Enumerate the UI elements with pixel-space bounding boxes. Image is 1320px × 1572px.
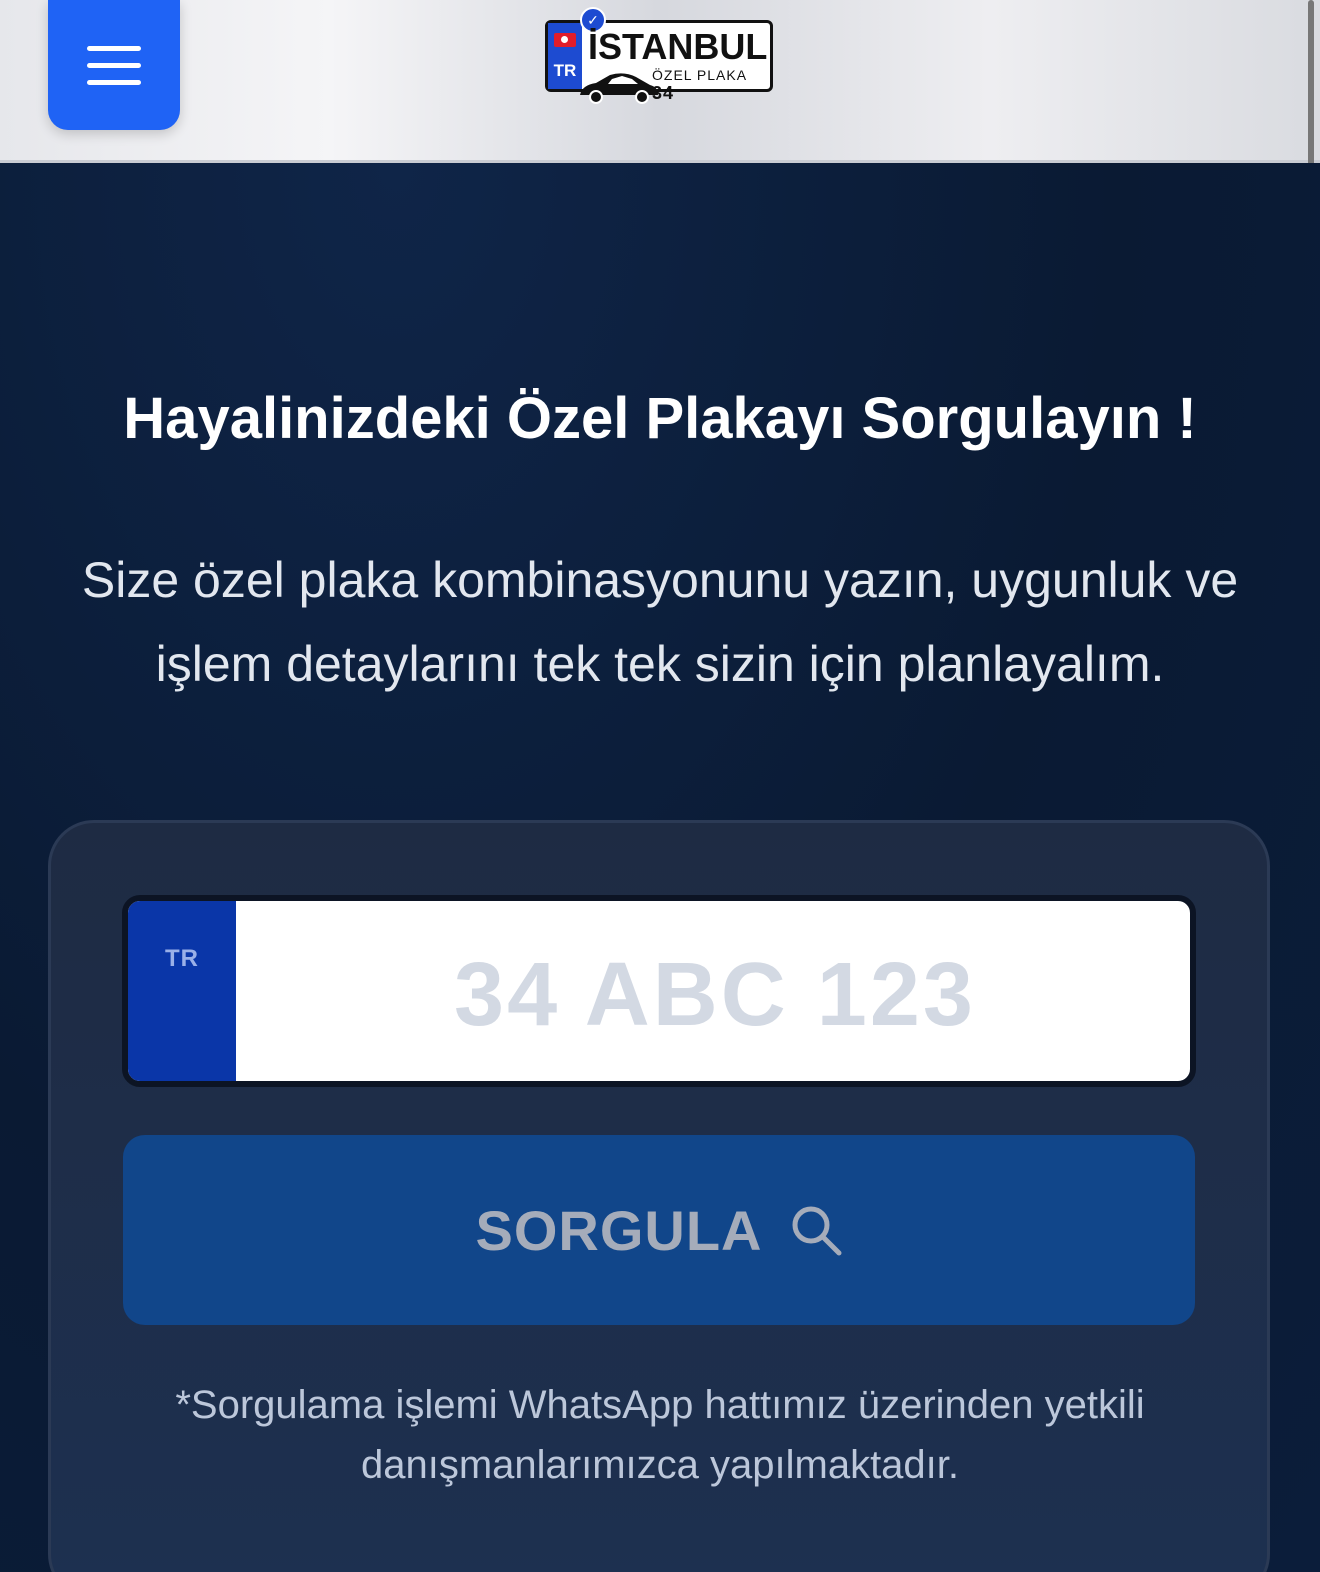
menu-button[interactable]	[48, 0, 180, 130]
hamburger-icon-line	[87, 62, 141, 68]
hamburger-icon-line	[87, 45, 141, 51]
logo-title: İSTANBUL	[588, 26, 768, 67]
query-button-label: SORGULA	[475, 1198, 763, 1262]
turkish-flag-icon	[554, 33, 576, 47]
hamburger-icon-line	[87, 79, 141, 85]
plate-field: TR	[122, 895, 1196, 1087]
hero-description: Size özel plaka kombinasyonunu yazın, uy…	[81, 552, 1239, 692]
plate-country-code: TR	[165, 945, 199, 972]
logo-country-code: TR	[553, 61, 577, 80]
whatsapp-note: *Sorgulama işlemi WhatsApp hattımız üzer…	[175, 1383, 1145, 1487]
search-icon	[792, 1206, 841, 1256]
site-logo[interactable]: TR ✓ İSTANBUL ÖZEL PLAKA 34	[545, 7, 773, 104]
plate-country-strip: TR	[128, 901, 236, 1081]
plate-input[interactable]	[236, 901, 1190, 1081]
top-header: TR ✓ İSTANBUL ÖZEL PLAKA 34	[0, 0, 1320, 212]
car-icon	[580, 73, 658, 104]
page-title: Hayalinizdeki Özel Plakayı Sorgulayın !	[123, 386, 1197, 451]
logo-subtitle: ÖZEL PLAKA 34	[652, 67, 770, 104]
query-button[interactable]: SORGULA	[123, 1135, 1195, 1325]
logo-subtitle-text: ÖZEL PLAKA	[652, 67, 747, 83]
